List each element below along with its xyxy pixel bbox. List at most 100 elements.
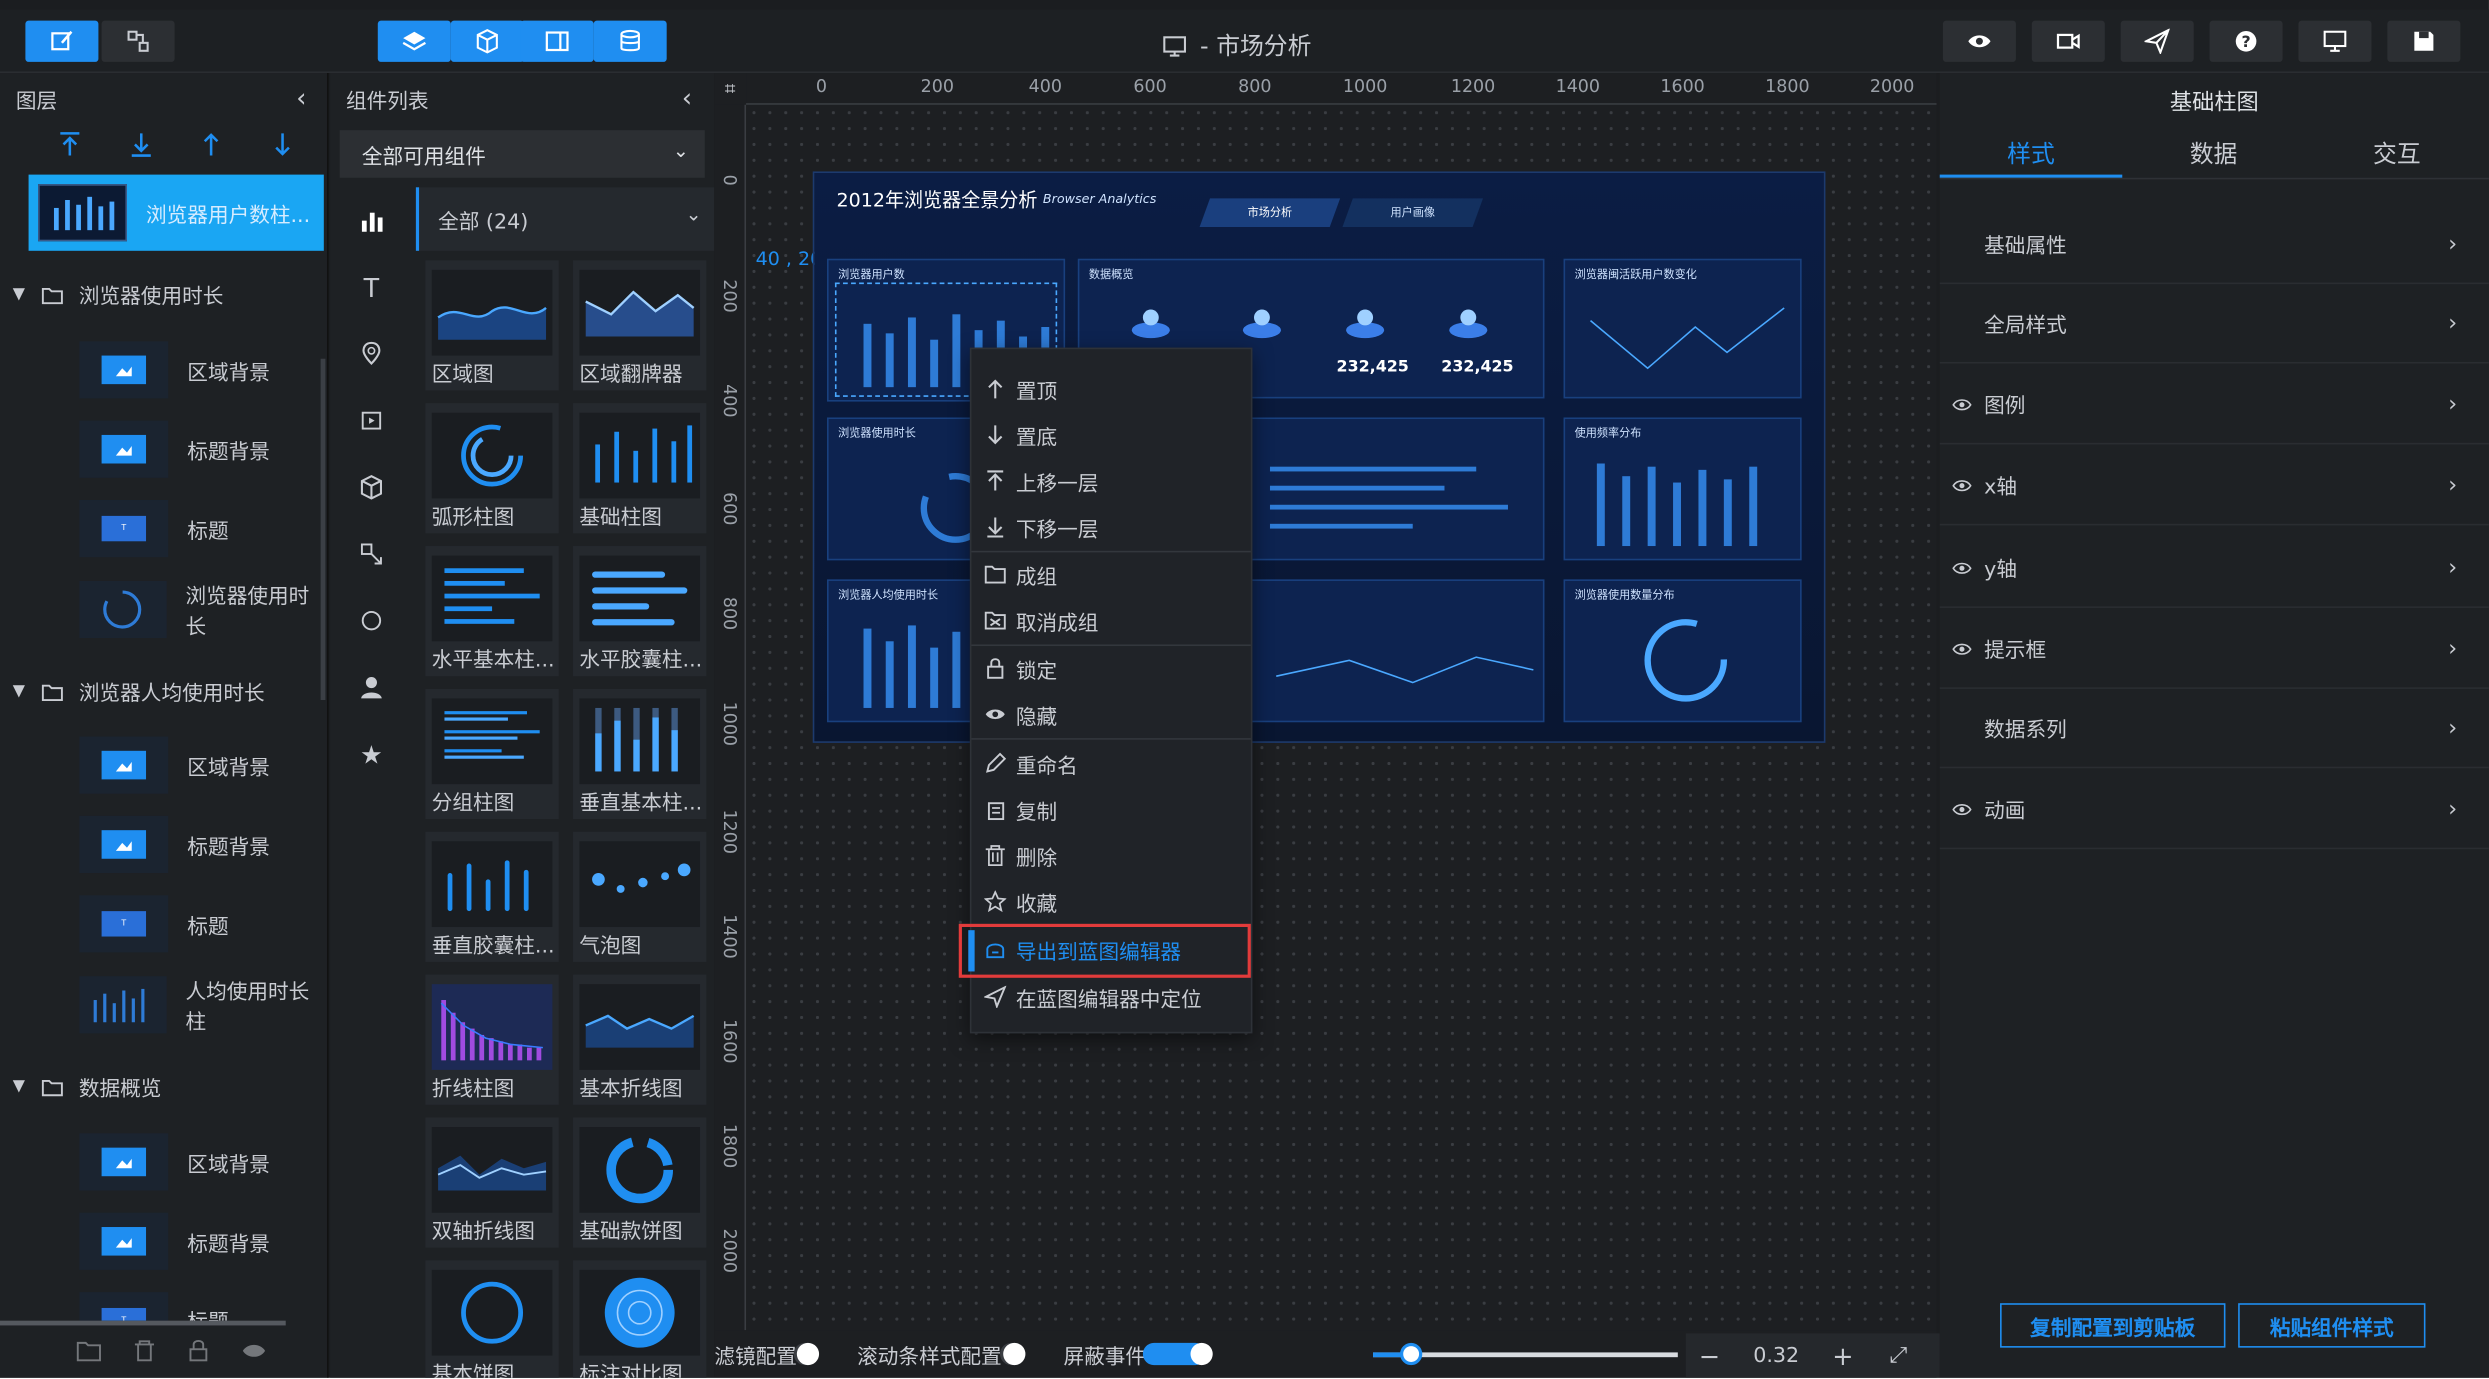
component-card[interactable]: 基本折线图 [573, 974, 707, 1105]
prop-section-tooltip[interactable]: 提示框 › [1939, 610, 2489, 689]
menu-item-bring-to-front[interactable]: 置顶 [984, 370, 1057, 408]
circle-icon[interactable] [330, 597, 413, 645]
eye-icon[interactable] [1952, 801, 1972, 817]
component-card[interactable]: 水平基本柱... [425, 546, 559, 677]
shield-events-toggle[interactable] [1142, 1342, 1213, 1366]
lock-icon[interactable] [186, 1339, 211, 1362]
layer-item[interactable]: 区域背景 [79, 341, 270, 399]
component-card[interactable]: 折线柱图 [425, 974, 559, 1105]
component-filter-select[interactable]: 全部可用组件 ⌄ [339, 130, 705, 178]
preview-button[interactable] [1942, 20, 2016, 62]
layers-vscrollbar[interactable] [320, 358, 326, 701]
eye-icon[interactable] [1952, 640, 1972, 656]
component-card[interactable]: 基础款饼图 [573, 1117, 707, 1248]
media-icon[interactable] [330, 397, 413, 445]
layer-item[interactable]: 人均使用时长柱 [79, 975, 327, 1035]
fullscreen-icon[interactable]: ⤢ [1867, 1343, 1930, 1368]
zoom-value[interactable]: 0.32 [1733, 1344, 1819, 1368]
menu-item-send-to-back[interactable]: 置底 [984, 416, 1057, 454]
layer-item[interactable]: 标题背景 [79, 1212, 270, 1270]
prop-section-x-axis[interactable]: x轴 › [1939, 446, 2489, 526]
user-icon[interactable] [330, 664, 413, 712]
tab-data[interactable]: 数据 [2122, 137, 2305, 170]
menu-item-copy[interactable]: 复制 [984, 790, 1057, 828]
menu-item-lock[interactable]: 锁定 [984, 649, 1057, 687]
tab-interaction[interactable]: 交互 [2305, 137, 2489, 170]
component-card[interactable]: 分组柱图 [425, 688, 559, 820]
publish-button[interactable] [2120, 20, 2194, 62]
filter-config-toggle[interactable] [793, 1342, 820, 1366]
component-card[interactable]: 弧形柱图 [425, 403, 559, 534]
dashboard-tab-market[interactable]: 市场分析 [1199, 198, 1341, 227]
cube-icon[interactable] [330, 464, 413, 512]
layer-group-avg-usage[interactable]: ▼ 浏览器人均使用时长 [13, 676, 265, 707]
layer-item[interactable]: 区域背景 [79, 736, 270, 794]
folder-icon[interactable] [76, 1340, 101, 1362]
record-button[interactable] [2031, 20, 2105, 62]
scroll-style-toggle[interactable] [1000, 1342, 1026, 1366]
menu-item-group[interactable]: 成组 [984, 556, 1057, 594]
component-card[interactable]: 垂直胶囊柱... [425, 831, 559, 962]
layer-group-usage-time[interactable]: ▼ 浏览器使用时长 [13, 279, 224, 310]
components-toggle-button[interactable] [450, 20, 524, 62]
component-card[interactable]: 水平胶囊柱... [573, 546, 707, 677]
screen-button[interactable] [2298, 20, 2372, 62]
collapse-left-icon[interactable]: ‹ [296, 83, 306, 113]
layers-toggle-button[interactable] [377, 20, 451, 62]
prop-section-animation[interactable]: 动画 › [1939, 770, 2489, 850]
panel-active-users[interactable]: 浏览器闽活跃用户数变化 [1563, 258, 1802, 399]
copy-config-button[interactable]: 复制配置到剪贴板 [2000, 1303, 2226, 1348]
panel-toggle-button[interactable] [520, 20, 594, 62]
move-down-icon[interactable] [270, 130, 295, 159]
collapse-left-icon[interactable]: ‹ [682, 83, 692, 113]
prop-section-legend[interactable]: 图例 › [1939, 365, 2489, 445]
component-card[interactable]: 基本饼图 [425, 1260, 559, 1378]
menu-item-move-down[interactable]: 下移一层 [984, 508, 1098, 546]
menu-item-export-blueprint[interactable]: 导出到蓝图编辑器 [984, 930, 1181, 968]
component-card[interactable]: 基础柱图 [573, 403, 707, 534]
menu-item-ungroup[interactable]: 取消成组 [984, 602, 1098, 640]
layer-item[interactable]: T 标题 [79, 1292, 229, 1321]
move-up-icon[interactable] [199, 130, 224, 159]
bar-chart-icon[interactable] [330, 197, 413, 245]
ruler-corner-icon[interactable]: ⌗ [714, 73, 747, 105]
menu-item-move-up[interactable]: 上移一层 [984, 462, 1098, 500]
component-card[interactable]: 标注对比图 [573, 1260, 707, 1378]
trash-icon[interactable] [131, 1340, 156, 1362]
interaction-icon[interactable] [330, 530, 413, 578]
blueprint-mode-button[interactable] [101, 20, 175, 62]
layers-scrollbar[interactable] [0, 1320, 286, 1326]
prop-section-basic[interactable]: 基础属性 › [1939, 205, 2489, 285]
paste-style-button[interactable]: 粘贴组件样式 [2238, 1303, 2426, 1348]
tab-style[interactable]: 样式 [1940, 137, 2123, 170]
layer-item[interactable]: 标题背景 [79, 815, 270, 874]
layer-item[interactable]: T 标题 [79, 500, 229, 558]
eye-icon[interactable] [1952, 560, 1972, 576]
menu-item-hide[interactable]: 隐藏 [984, 695, 1057, 733]
save-button[interactable] [2387, 20, 2461, 62]
map-pin-icon[interactable] [330, 330, 413, 378]
menu-item-rename[interactable]: 重命名 [984, 744, 1078, 782]
layer-item[interactable]: 标题背景 [79, 420, 270, 478]
eye-icon[interactable] [241, 1340, 266, 1362]
zoom-in-button[interactable]: + [1819, 1341, 1867, 1371]
component-card[interactable]: 双轴折线图 [425, 1117, 559, 1248]
panel-quantity-distribution[interactable]: 浏览器使用数量分布 [1563, 579, 1802, 723]
prop-section-series[interactable]: 数据系列 › [1939, 689, 2489, 769]
menu-item-locate-blueprint[interactable]: 在蓝图编辑器中定位 [984, 978, 1202, 1016]
zoom-out-button[interactable]: − [1686, 1341, 1734, 1371]
component-category-select[interactable]: 全部 (24) ⌄ [415, 187, 715, 251]
component-card[interactable]: 区域翻牌器 [573, 260, 707, 391]
eye-icon[interactable] [1952, 477, 1972, 493]
component-card[interactable]: 气泡图 [573, 831, 707, 962]
text-icon[interactable]: T [330, 263, 413, 311]
menu-item-delete[interactable]: 删除 [984, 837, 1057, 875]
edit-mode-button[interactable] [25, 20, 99, 62]
move-top-icon[interactable] [57, 130, 82, 159]
prop-section-y-axis[interactable]: y轴 › [1939, 529, 2489, 608]
help-button[interactable]: ? [2209, 20, 2283, 62]
layer-group-data-overview[interactable]: ▼ 数据概览 [13, 1071, 162, 1102]
star-icon[interactable]: ★ [330, 730, 413, 778]
dashboard-tab-user[interactable]: 用户画像 [1342, 198, 1484, 227]
eye-icon[interactable] [1952, 396, 1972, 412]
